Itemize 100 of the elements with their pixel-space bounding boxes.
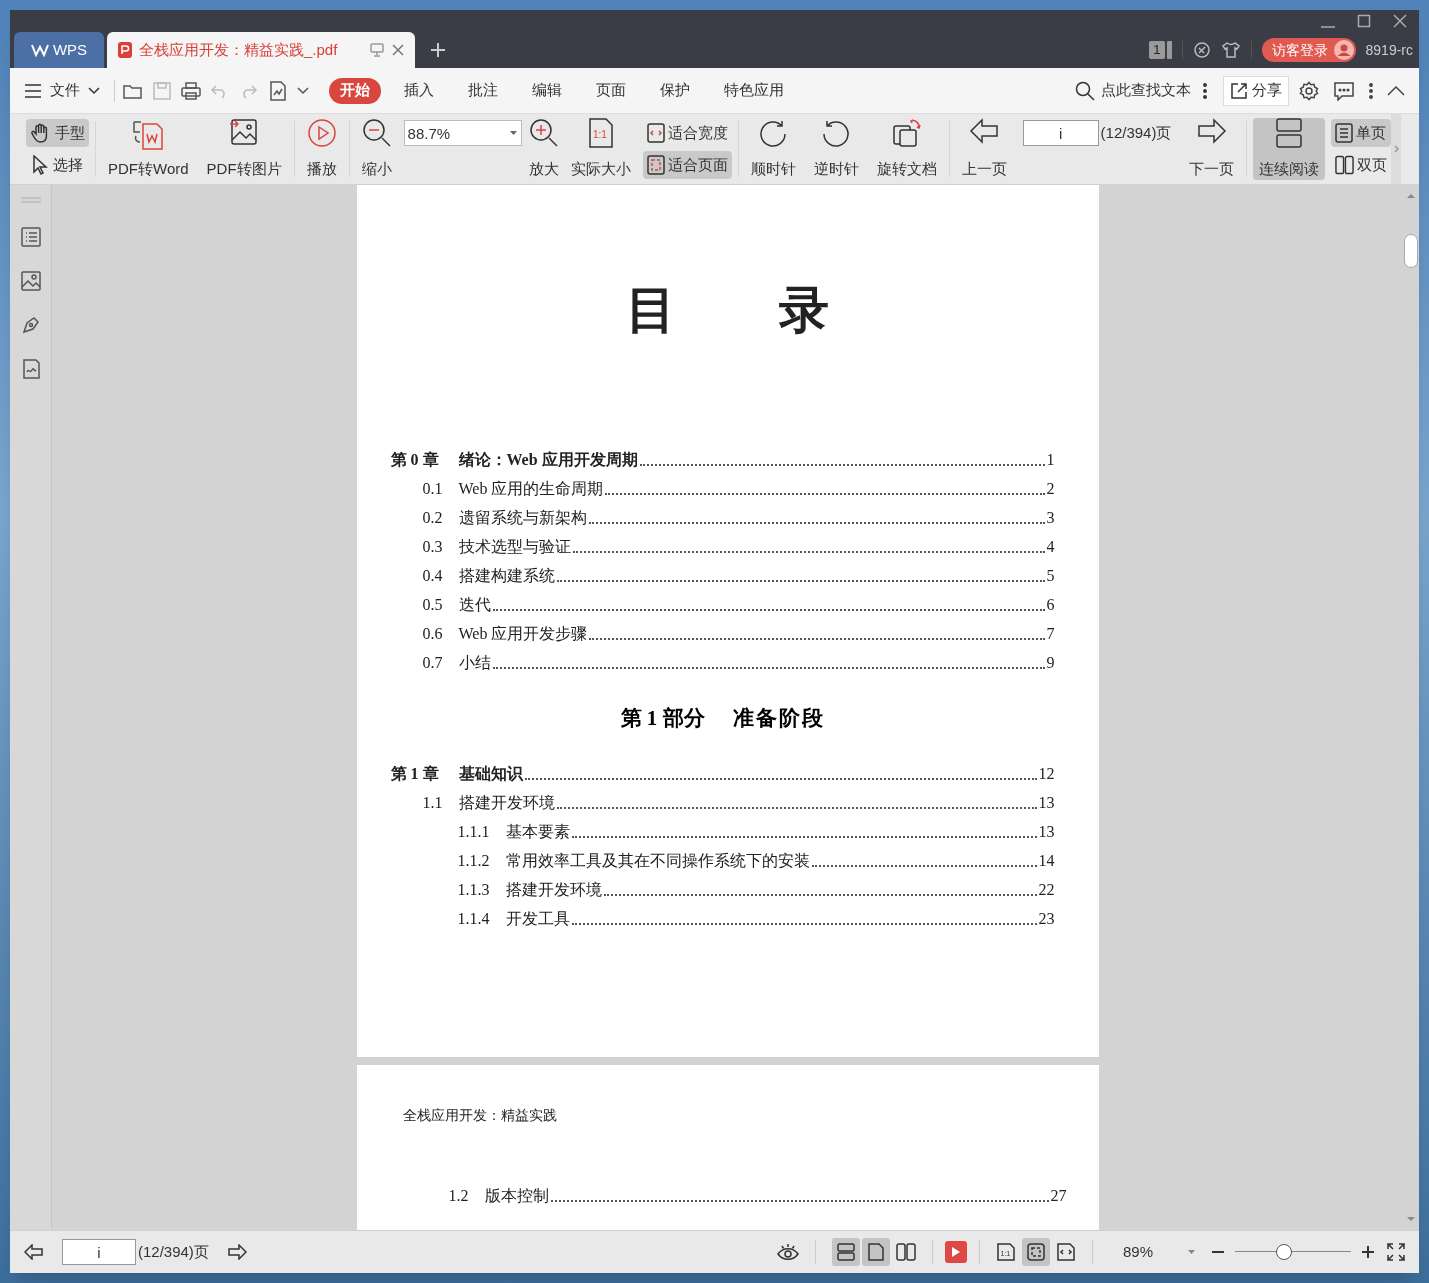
part-title: 准备阶段 bbox=[732, 705, 825, 732]
rotate-counterclockwise-button[interactable]: 逆时针 bbox=[807, 118, 865, 180]
hand-tool-button[interactable]: 手型 bbox=[26, 119, 89, 147]
toc-page-number: 22 bbox=[1038, 879, 1055, 900]
page-number-field[interactable]: i bbox=[62, 1239, 136, 1265]
wps-logo-icon bbox=[30, 43, 49, 57]
toc-page-number: 12 bbox=[1038, 763, 1055, 784]
menu-tab[interactable]: 批注 bbox=[457, 77, 509, 104]
pdf-to-word-button[interactable]: PDF转Word bbox=[102, 118, 195, 180]
toc-number: 1.1.1 bbox=[456, 821, 491, 842]
menu-tab[interactable]: 保护 bbox=[649, 77, 701, 104]
double-page-button[interactable]: 双页 bbox=[1331, 151, 1392, 179]
pdf-to-word-icon bbox=[131, 118, 166, 150]
search-field[interactable]: 点此查找文本 bbox=[1075, 79, 1193, 102]
caret-icon bbox=[509, 131, 517, 135]
login-button[interactable]: 访客登录 bbox=[1261, 38, 1356, 62]
menu-tab[interactable]: 特色应用 bbox=[713, 77, 795, 104]
pen-icon bbox=[20, 315, 41, 335]
continuous-reading-button[interactable]: 连续阅读 bbox=[1253, 118, 1326, 180]
single-page-view-button[interactable] bbox=[862, 1238, 890, 1266]
share-icon bbox=[1230, 81, 1248, 100]
page-number-field[interactable]: i bbox=[1022, 120, 1099, 146]
rotate-document-button[interactable]: 旋转文档 bbox=[870, 118, 943, 180]
right-arrow-icon bbox=[226, 1244, 247, 1260]
toc-page-number: 3 bbox=[1046, 508, 1055, 528]
toc-number: 0.5 bbox=[421, 595, 444, 615]
zoom-field[interactable]: 88.7% bbox=[403, 120, 522, 146]
toc-number: 0.2 bbox=[421, 508, 444, 528]
outline-list-icon bbox=[20, 227, 41, 247]
fit-page-icon bbox=[646, 155, 665, 175]
select-tool-button[interactable]: 选择 bbox=[26, 151, 89, 179]
close-icon bbox=[391, 43, 405, 57]
plus-icon bbox=[430, 42, 446, 58]
home-tab[interactable]: WPS bbox=[14, 32, 104, 68]
scrollbar-thumb[interactable] bbox=[1404, 234, 1418, 268]
rotate-clockwise-button[interactable]: 顺时针 bbox=[744, 118, 802, 180]
toc-page-number: 14 bbox=[1038, 850, 1055, 871]
play-button[interactable] bbox=[945, 1241, 967, 1263]
toc-title: Web 应用开发步骤 bbox=[458, 624, 588, 644]
toc-title: 基础知识 bbox=[458, 763, 523, 784]
toc-number: 0.7 bbox=[421, 653, 444, 673]
caret-icon bbox=[88, 86, 100, 95]
file-menu[interactable]: 文件 bbox=[24, 79, 106, 102]
toc-title: 遗留系统与新架构 bbox=[458, 508, 587, 528]
toc-title: 迭代 bbox=[458, 595, 491, 615]
fit-page-button[interactable]: 适合页面 bbox=[642, 151, 732, 179]
eye-icon bbox=[777, 1243, 799, 1261]
toc-title: 搭建构建系统 bbox=[458, 566, 555, 586]
fit-width-button[interactable]: 适合宽度 bbox=[642, 119, 732, 147]
zoom-out-icon bbox=[361, 118, 392, 148]
toc-number: 0.3 bbox=[421, 537, 444, 557]
toc-title: 版本控制 bbox=[484, 1186, 549, 1206]
slider-thumb[interactable] bbox=[1275, 1244, 1292, 1260]
left-arrow-icon bbox=[969, 118, 1000, 144]
next-page-button[interactable]: 下一页 bbox=[1183, 118, 1241, 180]
share-button[interactable]: 分享 bbox=[1223, 75, 1289, 106]
toc-number: 0.6 bbox=[421, 624, 444, 644]
save-icon bbox=[153, 81, 171, 100]
toc-number: 1.1.2 bbox=[456, 850, 491, 871]
document-tab[interactable]: 全栈应用开发：精益实践_.pdf bbox=[107, 32, 415, 68]
maximize-icon bbox=[1357, 14, 1371, 28]
shirt-icon bbox=[1220, 41, 1241, 59]
continuous-pages-icon bbox=[1276, 118, 1303, 148]
double-page-icon bbox=[896, 1243, 916, 1261]
menu-tab[interactable]: 页面 bbox=[585, 77, 637, 104]
continuous-view-button[interactable] bbox=[832, 1238, 860, 1266]
zoom-slider[interactable] bbox=[1235, 1244, 1351, 1260]
zoom-select[interactable]: 89% bbox=[1093, 1240, 1205, 1264]
toc-page-number: 5 bbox=[1046, 566, 1055, 586]
zoom-in-button[interactable]: 放大 bbox=[522, 118, 565, 180]
menu-tab[interactable]: 插入 bbox=[393, 77, 445, 104]
actual-size-button[interactable]: 1:1 实际大小 bbox=[564, 118, 637, 180]
pdf-to-image-button[interactable]: PDF转图片 bbox=[200, 118, 288, 180]
pdf-to-image-icon bbox=[229, 118, 260, 146]
chevron-right-icon bbox=[1393, 145, 1399, 153]
user-name: 8919-rc bbox=[1365, 40, 1413, 60]
toc-number: 第 1 章 bbox=[390, 763, 440, 784]
toc-title: 搭建开发环境 bbox=[458, 792, 555, 813]
collapse-icon bbox=[1387, 85, 1405, 96]
actual-size-icon: 1:1 bbox=[587, 118, 614, 148]
page-heading: 目 录 bbox=[624, 281, 831, 340]
single-page-button[interactable]: 单页 bbox=[1331, 119, 1392, 147]
toc-page-number: 13 bbox=[1038, 821, 1055, 842]
caret-icon bbox=[297, 86, 309, 95]
toc-page-number: 2 bbox=[1046, 479, 1055, 499]
play-icon bbox=[306, 118, 337, 148]
caret-icon bbox=[1188, 1250, 1195, 1254]
menu-tab[interactable]: 编辑 bbox=[521, 77, 573, 104]
play-button[interactable]: 播放 bbox=[300, 118, 343, 180]
previous-page-button[interactable]: 上一页 bbox=[955, 118, 1013, 180]
right-arrow-icon bbox=[1196, 118, 1227, 144]
menu-tab[interactable]: 开始 bbox=[329, 77, 381, 104]
toc-number: 第 0 章 bbox=[390, 450, 440, 470]
toc-page-number: 6 bbox=[1046, 595, 1055, 615]
toc-title: 技术选型与验证 bbox=[458, 537, 571, 557]
settings-icon bbox=[1299, 80, 1319, 101]
zoom-out-button[interactable]: 缩小 bbox=[355, 118, 398, 180]
fit-page-button[interactable] bbox=[1022, 1238, 1050, 1266]
continuous-pages-icon bbox=[837, 1243, 855, 1261]
toc-title: 搭建开发环境 bbox=[505, 879, 602, 900]
